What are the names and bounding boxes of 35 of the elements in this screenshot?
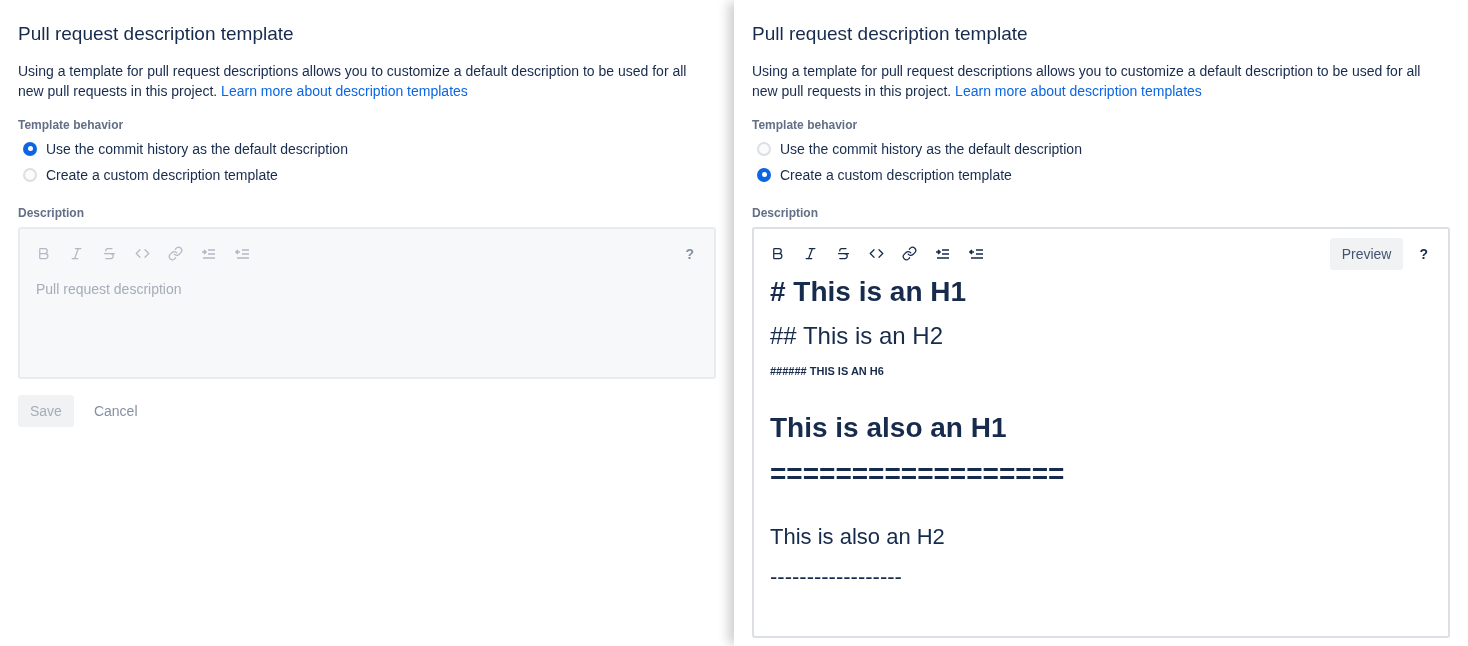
markdown-line: ================== — [770, 456, 1065, 491]
cancel-button[interactable]: Cancel — [81, 394, 150, 427]
radio-button[interactable] — [757, 141, 771, 156]
description-editor[interactable]: Preview ? # This is an H1 ## This is an H2 ###### THIS IS AN H6 This is also an H1 ================== This is also an H2 ------------------ — [752, 226, 1450, 638]
radio-label: Create a custom description template — [46, 165, 278, 185]
learn-more-link[interactable]: Learn more about description templates — [955, 82, 1202, 99]
radio-label: Use the commit history as the default description — [46, 139, 348, 159]
intro-paragraph: Using a template for pull request descriptions allows you to customize a default description to be used for all new pull requests in this project. Learn more about description templates — [18, 61, 688, 101]
markdown-line: ###### THIS IS AN H6 — [770, 363, 884, 379]
learn-more-link[interactable]: Learn more about description templates — [221, 82, 468, 99]
link-icon[interactable] — [902, 246, 917, 261]
radio-button[interactable] — [757, 167, 771, 182]
section-title: Pull request description template — [18, 22, 294, 46]
behavior-label: Template behavior — [18, 116, 124, 133]
italic-icon[interactable] — [803, 246, 818, 261]
markdown-line: This is also an H2 — [770, 522, 945, 551]
section-title: Pull request description template — [752, 22, 1028, 46]
radio-label: Create a custom description template — [780, 165, 1012, 185]
strikethrough-icon[interactable] — [836, 246, 851, 261]
markdown-line: This is also an H1 — [770, 410, 1007, 445]
behavior-label: Template behavior — [752, 116, 858, 133]
intro-paragraph: Using a template for pull request descriptions allows you to customize a default description to be used for all new pull requests in this project. Learn more about description templates — [752, 61, 1422, 101]
help-button[interactable]: ? — [1415, 243, 1432, 264]
radio-label: Use the commit history as the default description — [780, 139, 1082, 159]
markdown-line: ## This is an H2 — [770, 320, 943, 351]
description-placeholder: Pull request description — [36, 279, 183, 299]
bold-icon[interactable] — [770, 246, 785, 261]
markdown-line: ------------------ — [770, 562, 902, 591]
radio-button[interactable] — [23, 141, 37, 156]
description-label: Description — [18, 204, 84, 221]
code-icon[interactable] — [869, 246, 884, 261]
markdown-line: # This is an H1 — [770, 274, 967, 309]
radio-button[interactable] — [23, 167, 37, 182]
preview-button[interactable]: Preview — [1329, 237, 1404, 270]
description-label: Description — [752, 204, 818, 221]
